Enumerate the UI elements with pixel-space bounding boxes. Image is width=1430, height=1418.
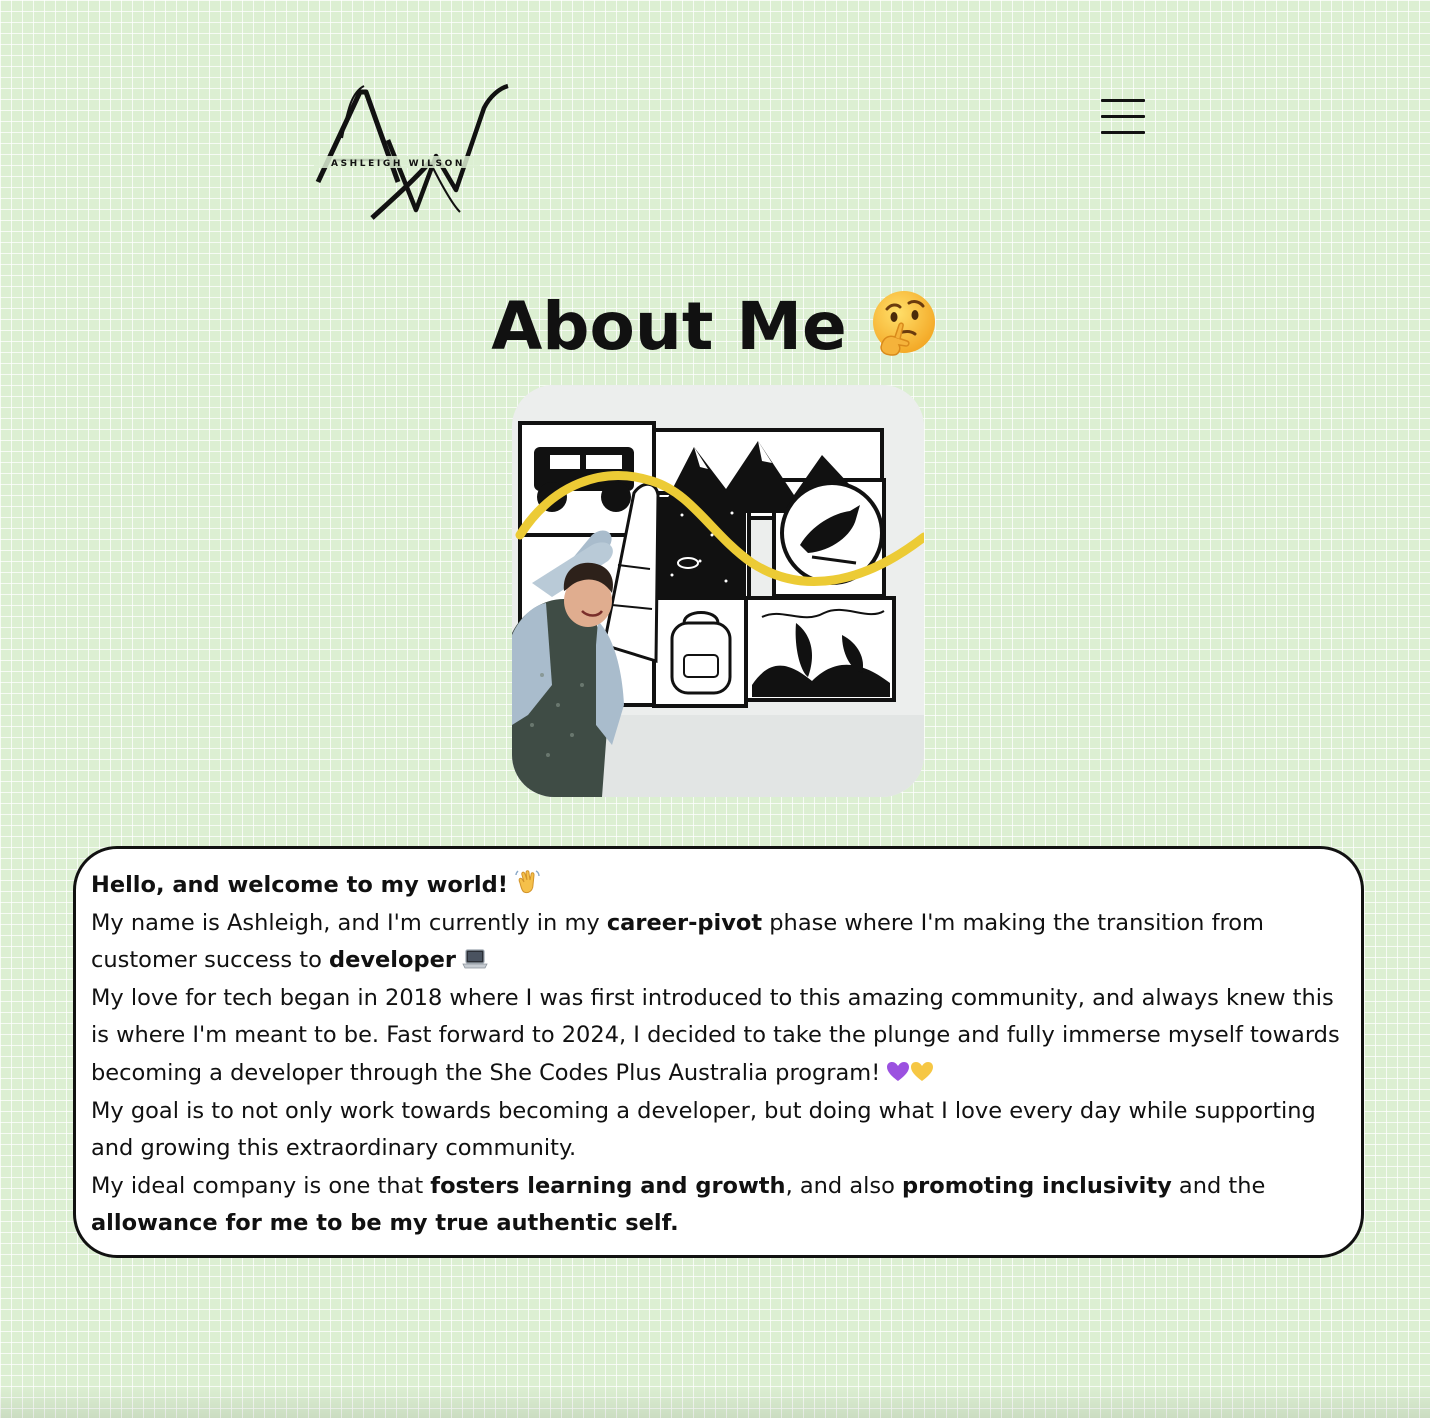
about-paragraph-career: My name is Ashleigh, and I'm currently i… xyxy=(91,905,1347,980)
p4-authentic-self: allowance for me to be my true authentic… xyxy=(91,1210,679,1237)
p1-start: My name is Ashleigh, and I'm currently i… xyxy=(91,909,607,936)
p1-developer: developer xyxy=(329,947,456,974)
mural-photo-illustration xyxy=(512,385,924,797)
laptop-emoji xyxy=(462,949,488,969)
p2-text: My love for tech began in 2018 where I w… xyxy=(91,984,1340,1086)
hearts-emoji-pair xyxy=(887,1061,934,1081)
menu-bar-bottom xyxy=(1101,131,1145,134)
about-paragraph-history: My love for tech began in 2018 where I w… xyxy=(91,980,1347,1093)
aw-monogram-logo: ASHLEIGH WILSON xyxy=(314,83,509,220)
waving-hand-emoji xyxy=(515,870,540,894)
greeting-text: Hello, and welcome to my world! xyxy=(91,872,508,898)
yellow-heart-emoji xyxy=(911,1061,934,1081)
p4-end: and the xyxy=(1171,1172,1266,1199)
p4-fosters-learning: fosters learning and growth xyxy=(430,1172,786,1199)
hamburger-menu-icon[interactable] xyxy=(1099,97,1147,139)
about-card: Hello, and welcome to my world! My name … xyxy=(73,846,1364,1258)
p4-mid: , and also xyxy=(785,1172,903,1199)
p4-start: My ideal company is one that xyxy=(91,1172,431,1199)
svg-text:ASHLEIGH WILSON: ASHLEIGH WILSON xyxy=(331,159,465,169)
menu-bar-top xyxy=(1101,99,1145,102)
page-title-text: About Me xyxy=(491,288,847,365)
menu-bar-middle xyxy=(1101,115,1145,118)
purple-heart-emoji xyxy=(887,1061,910,1081)
p4-promoting-inclusivity: promoting inclusivity xyxy=(902,1172,1172,1199)
p1-career-pivot: career-pivot xyxy=(606,909,763,936)
thinking-face-emoji xyxy=(872,290,935,356)
about-greeting: Hello, and welcome to my world! xyxy=(91,867,1347,905)
about-paragraph-ideal-company: My ideal company is one that fosters lea… xyxy=(91,1168,1347,1243)
profile-photo xyxy=(512,385,924,797)
bottom-fade xyxy=(0,1386,1430,1418)
site-logo[interactable]: ASHLEIGH WILSON xyxy=(312,78,512,224)
about-paragraph-goal: My goal is to not only work towards beco… xyxy=(91,1097,1316,1162)
page-title: About Me xyxy=(0,282,1430,372)
